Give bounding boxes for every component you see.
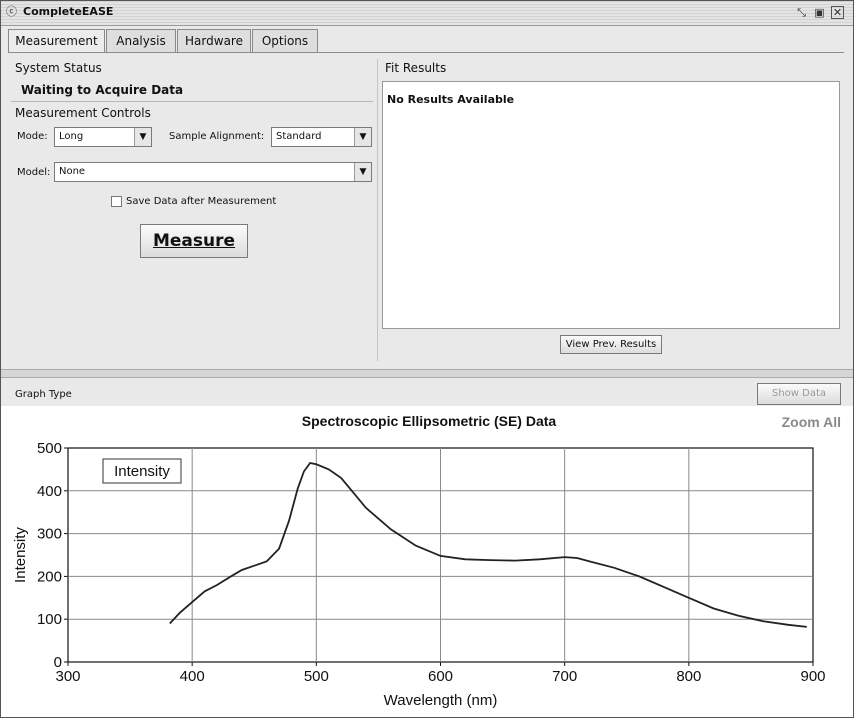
x-tick-label: 900 bbox=[800, 668, 825, 685]
x-tick-label: 800 bbox=[676, 668, 701, 685]
show-data-button[interactable]: Show Data bbox=[757, 383, 841, 405]
model-select[interactable]: None ▼ bbox=[54, 162, 372, 182]
tab-hardware[interactable]: Hardware bbox=[177, 29, 251, 52]
fit-results-heading: Fit Results bbox=[385, 61, 447, 75]
x-axis-label: Wavelength (nm) bbox=[384, 692, 498, 709]
view-prev-results-button[interactable]: View Prev. Results bbox=[560, 335, 662, 354]
x-tick-label: 400 bbox=[180, 668, 205, 685]
group-divider bbox=[11, 101, 373, 102]
graph-panel: Spectroscopic Ellipsometric (SE) Data Zo… bbox=[1, 406, 853, 717]
tab-options[interactable]: Options bbox=[252, 29, 318, 52]
app-window: ⓒ CompleteEASE ⤡ ▣ ✕ Measurement Analysi… bbox=[0, 0, 854, 718]
y-tick-label: 500 bbox=[37, 440, 62, 457]
maximize-icon[interactable]: ▣ bbox=[813, 6, 826, 19]
sample-alignment-select[interactable]: Standard ▼ bbox=[271, 127, 372, 147]
y-tick-label: 0 bbox=[54, 654, 62, 671]
app-logo-icon: ⓒ bbox=[6, 5, 17, 18]
y-tick-label: 400 bbox=[37, 483, 62, 500]
se-data-chart[interactable]: Spectroscopic Ellipsometric (SE) Data Zo… bbox=[1, 406, 853, 717]
chevron-down-icon[interactable]: ▼ bbox=[354, 128, 371, 146]
mode-select[interactable]: Long ▼ bbox=[54, 127, 152, 147]
close-icon[interactable]: ✕ bbox=[831, 6, 844, 19]
system-status-value: Waiting to Acquire Data bbox=[21, 83, 184, 97]
chevron-down-icon[interactable]: ▼ bbox=[354, 163, 371, 181]
sample-alignment-value: Standard bbox=[276, 131, 322, 142]
model-label: Model: bbox=[17, 167, 51, 178]
window-title: CompleteEASE bbox=[23, 5, 114, 18]
fit-results-panel: No Results Available bbox=[382, 81, 840, 329]
fit-results-message: No Results Available bbox=[387, 93, 515, 106]
splitter-handle[interactable] bbox=[1, 369, 853, 378]
chevron-down-icon[interactable]: ▼ bbox=[134, 128, 151, 146]
measurement-controls-heading: Measurement Controls bbox=[15, 106, 151, 120]
model-select-value: None bbox=[59, 166, 86, 177]
mode-label: Mode: bbox=[17, 131, 48, 142]
x-tick-label: 500 bbox=[304, 668, 329, 685]
tab-analysis[interactable]: Analysis bbox=[106, 29, 176, 52]
title-bar[interactable]: ⓒ CompleteEASE ⤡ ▣ ✕ bbox=[1, 1, 853, 26]
x-tick-label: 600 bbox=[428, 668, 453, 685]
measure-button[interactable]: Measure bbox=[140, 224, 248, 258]
system-status-heading: System Status bbox=[15, 61, 102, 75]
restore-icon[interactable]: ⤡ bbox=[795, 6, 808, 19]
save-data-label: Save Data after Measurement bbox=[126, 196, 277, 207]
tab-measurement[interactable]: Measurement bbox=[8, 29, 105, 53]
panel-divider bbox=[377, 59, 378, 361]
zoom-all-link[interactable]: Zoom All bbox=[782, 414, 841, 430]
tab-divider bbox=[8, 52, 844, 53]
y-tick-label: 100 bbox=[37, 611, 62, 628]
x-tick-label: 700 bbox=[552, 668, 577, 685]
save-data-checkbox[interactable] bbox=[111, 196, 122, 207]
chart-title: Spectroscopic Ellipsometric (SE) Data bbox=[302, 413, 557, 429]
legend-label: Intensity bbox=[114, 463, 170, 480]
graph-type-label: Graph Type bbox=[15, 389, 72, 400]
y-axis-label: Intensity bbox=[12, 527, 29, 583]
mode-select-value: Long bbox=[59, 131, 84, 142]
sample-alignment-label: Sample Alignment: bbox=[169, 131, 265, 142]
y-tick-label: 300 bbox=[37, 526, 62, 543]
y-tick-label: 200 bbox=[37, 568, 62, 585]
